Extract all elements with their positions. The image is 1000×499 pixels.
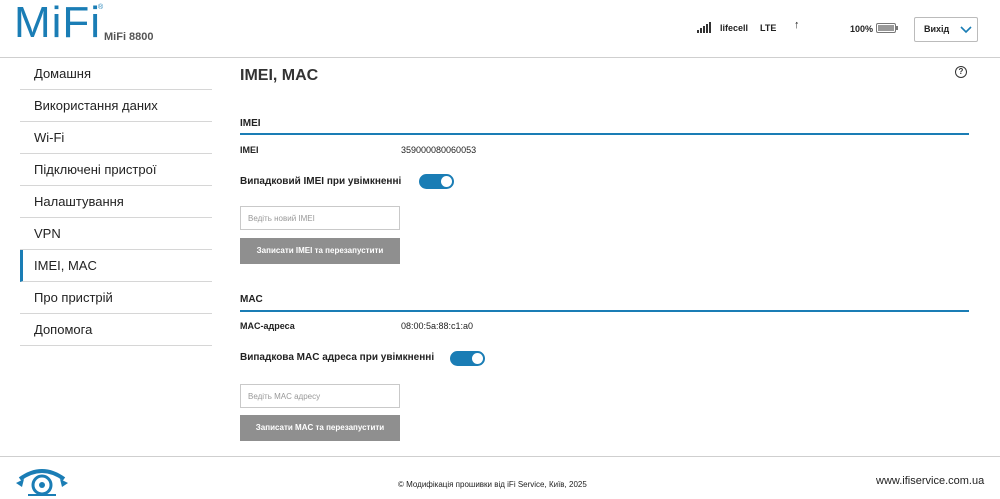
mac-input[interactable] [240,384,400,408]
imei-input[interactable] [240,206,400,230]
device-model: MiFi 8800 [104,31,154,43]
sidebar-item-label: Використання даних [34,98,158,113]
toggle-knob [472,353,483,364]
sidebar-item-підключені-пристрої[interactable]: Підключені пристрої [20,154,212,186]
page-title: IMEI, MAC [240,67,319,84]
battery-fill [878,25,894,31]
battery-icon [876,23,898,33]
website-link[interactable]: www.ifiservice.com.ua [876,475,984,487]
imei-label: IMEI [240,145,259,155]
mac-section-divider [240,310,969,312]
sidebar-item-wi-fi[interactable]: Wi-Fi [20,122,212,154]
copyright-text: © Модифікація прошивки від iFi Service, … [398,480,587,489]
battery-percent: 100% [850,24,874,34]
top-header: MiFi ® MiFi 8800 lifecell LTE ↑ 100% Вих… [0,0,1000,58]
write-imei-button[interactable]: Записати IMEI та перезапустити [240,238,400,264]
network-type: LTE [760,23,777,33]
help-circle-icon[interactable]: ? [955,66,967,78]
sidebar-item-label: Про пристрій [34,290,113,305]
sidebar-item-label: Налаштування [34,194,124,209]
sidebar-item-налаштування[interactable]: Налаштування [20,186,212,218]
random-imei-label: Випадковий IMEI при увімкненні [240,176,402,187]
sidebar-item-label: Допомога [34,322,93,337]
sidebar-item-label: Wi-Fi [34,130,65,145]
sidebar-item-label: IMEI, MAC [34,258,97,273]
sidebar-item-про-пристрій[interactable]: Про пристрій [20,282,212,314]
logout-label: Вихід [924,24,950,34]
logout-dropdown[interactable]: Вихід [914,17,978,42]
sidebar-nav: Домашня Використання даних Wi-Fi Підключені… [20,58,212,346]
sidebar-item-vpn[interactable]: VPN [20,218,212,250]
carrier-name: lifecell [720,23,749,33]
random-mac-label: Випадкова MAC адреса при увімкненні [240,352,435,363]
sidebar-item-label: Домашня [34,66,91,81]
toggle-knob [441,176,452,187]
random-imei-toggle[interactable] [419,174,454,189]
mac-value: 08:00:5a:88:c1:a0 [401,321,474,331]
sidebar-item-imei-mac[interactable]: IMEI, MAC [20,250,212,282]
sidebar-item-label: Підключені пристрої [34,162,157,177]
mac-label: MAC-адреса [240,321,295,331]
mifi-logo: MiFi [14,0,102,47]
mac-section-title: MAC [240,294,263,305]
sidebar-item-домашня[interactable]: Домашня [20,58,212,90]
chevron-down-icon [960,26,972,34]
imei-section-divider [240,133,969,135]
write-mac-button[interactable]: Записати MAC та перезапустити [240,415,400,441]
imei-section-title: IMEI [240,118,261,129]
random-mac-toggle[interactable] [450,351,485,366]
sidebar-item-допомога[interactable]: Допомога [20,314,212,346]
page-footer: © Модифікація прошивки від iFi Service, … [0,456,1000,499]
imei-value: 359000080060053 [401,145,477,155]
sidebar-item-label: VPN [34,226,61,241]
registered-mark: ® [98,4,104,11]
sidebar-item-використання-даних[interactable]: Використання даних [20,90,212,122]
ifi-service-logo [16,469,68,496]
signal-bars-icon [697,22,713,33]
upload-arrow-icon: ↑ [794,19,800,31]
